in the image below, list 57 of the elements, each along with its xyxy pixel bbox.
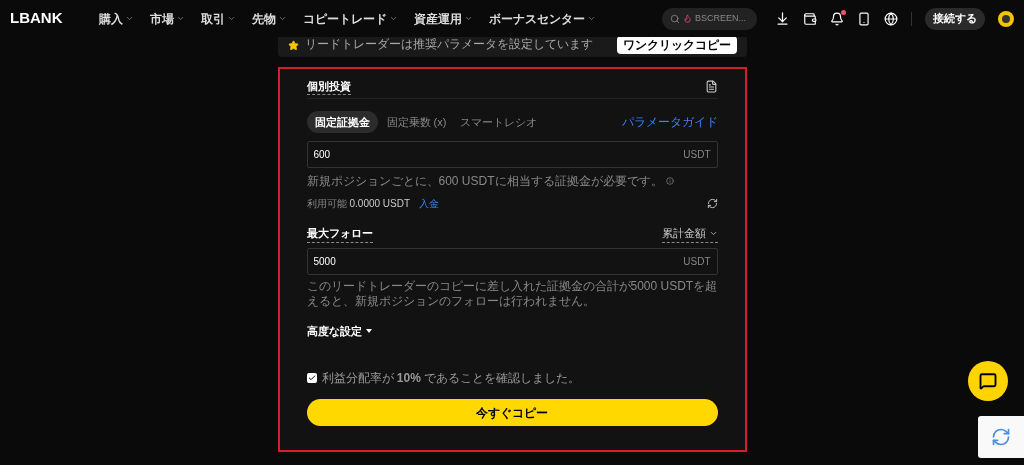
chevron-icon: [277, 14, 287, 23]
logo[interactable]: LBANK: [10, 7, 63, 30]
deposit-link[interactable]: 入金: [419, 196, 440, 211]
field-value: 600: [313, 148, 332, 162]
unit-label: USDT: [683, 254, 711, 269]
section-title: 最大フォロー: [306, 225, 373, 243]
nav-menu[interactable]: 資産運用: [413, 9, 473, 28]
field-value: 5000: [313, 254, 337, 269]
chevron-icon: [388, 14, 398, 23]
help-text: このリードトレーダーのコピーに差し入れた証拠金の合計が5000 USDTを超えると、新規ポジションのフォローは行われません。: [306, 278, 718, 309]
available-balance: 0.0000 USDT: [349, 197, 411, 211]
avatar[interactable]: [998, 10, 1014, 27]
parameter-guide-link[interactable]: パラメータガイド: [621, 113, 718, 131]
chevron-icon: [226, 14, 236, 23]
section-title: 個別投資: [306, 77, 351, 96]
mode-tab[interactable]: 固定証拠金: [306, 111, 378, 133]
globe-icon[interactable]: [884, 11, 898, 26]
nav-menu[interactable]: コピートレード: [302, 9, 398, 28]
nav-menu[interactable]: 取引: [200, 9, 236, 28]
download-icon[interactable]: [775, 11, 790, 26]
chat-button[interactable]: [968, 361, 1008, 401]
recaptcha-icon[interactable]: [978, 416, 1024, 458]
banner-text: リードトレーダーは推奨パラメータを設定しています: [304, 36, 593, 53]
unit-label: USDT: [683, 148, 711, 162]
caret-icon: [365, 328, 372, 333]
nav-menu[interactable]: 市場: [149, 9, 185, 28]
search-icon: [670, 13, 680, 24]
flame-icon: [683, 14, 692, 23]
app-download-icon[interactable]: [857, 11, 871, 26]
chat-icon: [979, 372, 997, 390]
star-icon: [287, 40, 299, 51]
nav-menu[interactable]: ボーナスセンター: [488, 9, 596, 28]
available-label: 利用可能: [306, 197, 347, 211]
chevron-icon: [463, 14, 473, 23]
bell-icon[interactable]: [830, 11, 844, 26]
max-follow-field[interactable]: 5000 USDT: [306, 247, 718, 275]
mode-dropdown[interactable]: 累計金額: [661, 225, 718, 243]
nav-menu[interactable]: 購入: [98, 9, 134, 28]
chevron-icon: [586, 14, 596, 23]
mode-tab[interactable]: スマートレシオ: [455, 111, 543, 133]
search-placeholder: BSCREEN...: [695, 11, 746, 25]
connect-button[interactable]: 接続する: [925, 7, 985, 30]
document-icon[interactable]: [704, 80, 718, 93]
mode-tab[interactable]: 固定乗数 (x): [381, 111, 452, 133]
checkbox[interactable]: [306, 373, 317, 383]
wallet-icon[interactable]: [803, 11, 817, 26]
info-icon[interactable]: [665, 177, 674, 185]
chevron-icon: [124, 14, 134, 23]
search-field[interactable]: BSCREEN...: [662, 7, 757, 30]
copy-now-button[interactable]: 今すぐコピー: [306, 399, 718, 426]
advanced-settings-toggle[interactable]: 高度な設定: [306, 322, 372, 339]
help-text: 新規ポジションごとに、600 USDTに相当する証拠金が必要です。: [306, 173, 663, 190]
transfer-icon[interactable]: [706, 198, 718, 209]
nav-menu[interactable]: 先物: [251, 9, 287, 28]
chevron-icon: [175, 14, 185, 23]
margin-field[interactable]: 600 USDT: [306, 141, 718, 168]
confirm-text: 利益分配率が 10% であることを確認しました。: [321, 370, 581, 387]
